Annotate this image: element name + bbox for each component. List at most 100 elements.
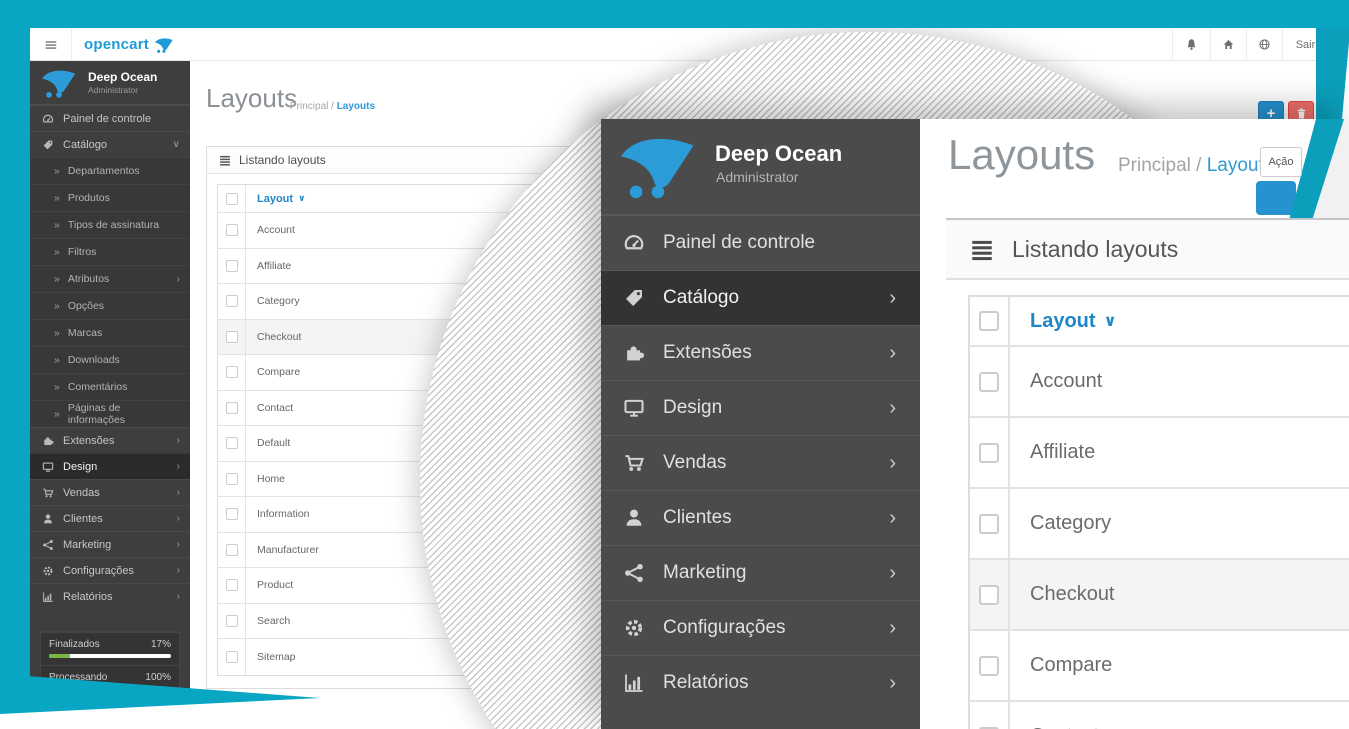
row-checkbox[interactable] <box>979 585 999 605</box>
table-row[interactable]: Account <box>970 347 1349 418</box>
select-all-checkbox[interactable] <box>226 193 238 205</box>
notifications-button[interactable] <box>1172 28 1210 61</box>
sidebar-item-label: Extensões <box>63 435 114 447</box>
checkbox-cell <box>970 631 1010 700</box>
brand-title: Deep Ocean <box>715 141 842 167</box>
table-row[interactable]: Affiliate <box>970 418 1349 489</box>
brand-subtitle: Administrator <box>716 169 798 185</box>
sidebar-item[interactable]: Extensões › <box>601 325 920 380</box>
chevron-icon: › <box>889 617 896 640</box>
row-checkbox[interactable] <box>226 615 238 627</box>
breadcrumb-home[interactable]: Principal <box>290 101 328 112</box>
checkbox-cell <box>218 604 246 639</box>
row-checkbox[interactable] <box>226 366 238 378</box>
chevron-icon: › <box>889 452 896 475</box>
sidebar-item[interactable]: Clientes › <box>601 490 920 545</box>
chevron-icon: › <box>889 397 896 420</box>
storefront-button[interactable] <box>1246 28 1282 61</box>
sidebar-item[interactable]: Relatórios › <box>601 655 920 710</box>
sidebar-item[interactable]: Design › <box>30 453 190 479</box>
checkbox-cell <box>970 702 1010 729</box>
sidebar-item[interactable]: Catálogo › <box>601 270 920 325</box>
sidebar-brand: Deep Ocean Administrator <box>30 61 190 105</box>
double-chevron-icon: » <box>54 381 60 393</box>
row-checkbox[interactable] <box>226 402 238 414</box>
brand-subtitle: Administrator <box>88 85 138 95</box>
sidebar-subitem[interactable]: » Comentários <box>30 373 190 400</box>
table-row[interactable]: Contact <box>970 702 1349 729</box>
sidebar-item[interactable]: Configurações › <box>601 600 920 655</box>
table-row[interactable]: Category <box>970 489 1349 560</box>
row-checkbox[interactable] <box>226 295 238 307</box>
breadcrumb-home[interactable]: Principal <box>1118 155 1191 176</box>
sidebar-item[interactable]: Painel de controle <box>30 105 190 131</box>
sidebar-item-label: Configurações <box>63 565 134 577</box>
sidebar-item[interactable]: Relatórios › <box>30 583 190 609</box>
row-checkbox[interactable] <box>226 579 238 591</box>
row-checkbox[interactable] <box>979 514 999 534</box>
progress-track <box>49 654 171 658</box>
double-chevron-icon: » <box>54 192 60 204</box>
sidebar-item[interactable]: Vendas › <box>30 479 190 505</box>
row-checkbox[interactable] <box>226 544 238 556</box>
sidebar-item[interactable]: Design › <box>601 380 920 435</box>
row-checkbox[interactable] <box>226 331 238 343</box>
menu-toggle-button[interactable] <box>30 28 72 61</box>
table-body: Account Affiliate <box>970 347 1349 729</box>
checkbox-cell <box>218 462 246 497</box>
sidebar-item[interactable]: Configurações › <box>30 557 190 583</box>
panel-title: Listando layouts <box>239 153 326 167</box>
row-checkbox[interactable] <box>226 473 238 485</box>
sidebar-subitem-label: Marcas <box>68 327 102 339</box>
sidebar-item[interactable]: Catálogo ∨ <box>30 131 190 157</box>
sidebar-subitem-label: Produtos <box>68 192 110 204</box>
sidebar-item[interactable]: Extensões › <box>30 427 190 453</box>
checkbox-cell <box>218 426 246 461</box>
sidebar-item-label: Marketing <box>63 539 111 551</box>
opencart-logo[interactable]: opencart <box>84 28 174 61</box>
row-checkbox[interactable] <box>979 656 999 676</box>
breadcrumb-current[interactable]: Layouts <box>337 101 375 112</box>
add-button-partial[interactable] <box>1256 181 1296 215</box>
sidebar-item[interactable]: Marketing › <box>601 545 920 600</box>
sidebar-item-label: Clientes <box>663 507 732 529</box>
sidebar-subitem[interactable]: » Downloads <box>30 346 190 373</box>
column-header-layout[interactable]: Layout ∨ <box>246 185 305 212</box>
row-checkbox[interactable] <box>226 437 238 449</box>
row-checkbox[interactable] <box>226 260 238 272</box>
panel-header: Listando layouts <box>946 218 1349 280</box>
sidebar-subitem[interactable]: » Páginas de informações <box>30 400 190 427</box>
magnified-sidebar-items: Painel de controle Catálogo › Extensões … <box>601 215 920 710</box>
row-checkbox[interactable] <box>226 651 238 663</box>
layout-name: Affiliate <box>246 249 291 284</box>
layout-name: Category <box>246 284 300 319</box>
home-button[interactable] <box>1210 28 1246 61</box>
sidebar-subitem-label: Opções <box>68 300 104 312</box>
chevron-icon: › <box>889 342 896 365</box>
table-row[interactable]: Compare <box>970 631 1349 702</box>
person-icon <box>623 507 645 529</box>
action-button[interactable]: Ação <box>1260 147 1302 177</box>
row-checkbox[interactable] <box>226 224 238 236</box>
sidebar-item[interactable]: Vendas › <box>601 435 920 490</box>
layout-name: Manufacturer <box>246 533 319 568</box>
sidebar-item[interactable]: Painel de controle <box>601 215 920 270</box>
double-chevron-icon: » <box>54 327 60 339</box>
select-all-checkbox[interactable] <box>979 311 999 331</box>
sidebar-item[interactable]: Clientes › <box>30 505 190 531</box>
table-row[interactable]: Checkout <box>970 560 1349 631</box>
sidebar-subitem[interactable]: » Filtros <box>30 238 190 265</box>
sidebar-subitem[interactable]: » Atributos › <box>30 265 190 292</box>
row-checkbox[interactable] <box>979 372 999 392</box>
double-chevron-icon: » <box>54 354 60 366</box>
sidebar-subitem[interactable]: » Marcas <box>30 319 190 346</box>
sidebar-subitem[interactable]: » Departamentos <box>30 157 190 184</box>
sidebar-subitem[interactable]: » Produtos <box>30 184 190 211</box>
sidebar-subitem[interactable]: » Tipos de assinatura <box>30 211 190 238</box>
column-header-layout[interactable]: Layout ∨ <box>1010 297 1117 345</box>
sidebar-item[interactable]: Marketing › <box>30 531 190 557</box>
chevron-icon: ∨ <box>173 139 180 150</box>
row-checkbox[interactable] <box>226 508 238 520</box>
sidebar-subitem[interactable]: » Opções <box>30 292 190 319</box>
row-checkbox[interactable] <box>979 443 999 463</box>
